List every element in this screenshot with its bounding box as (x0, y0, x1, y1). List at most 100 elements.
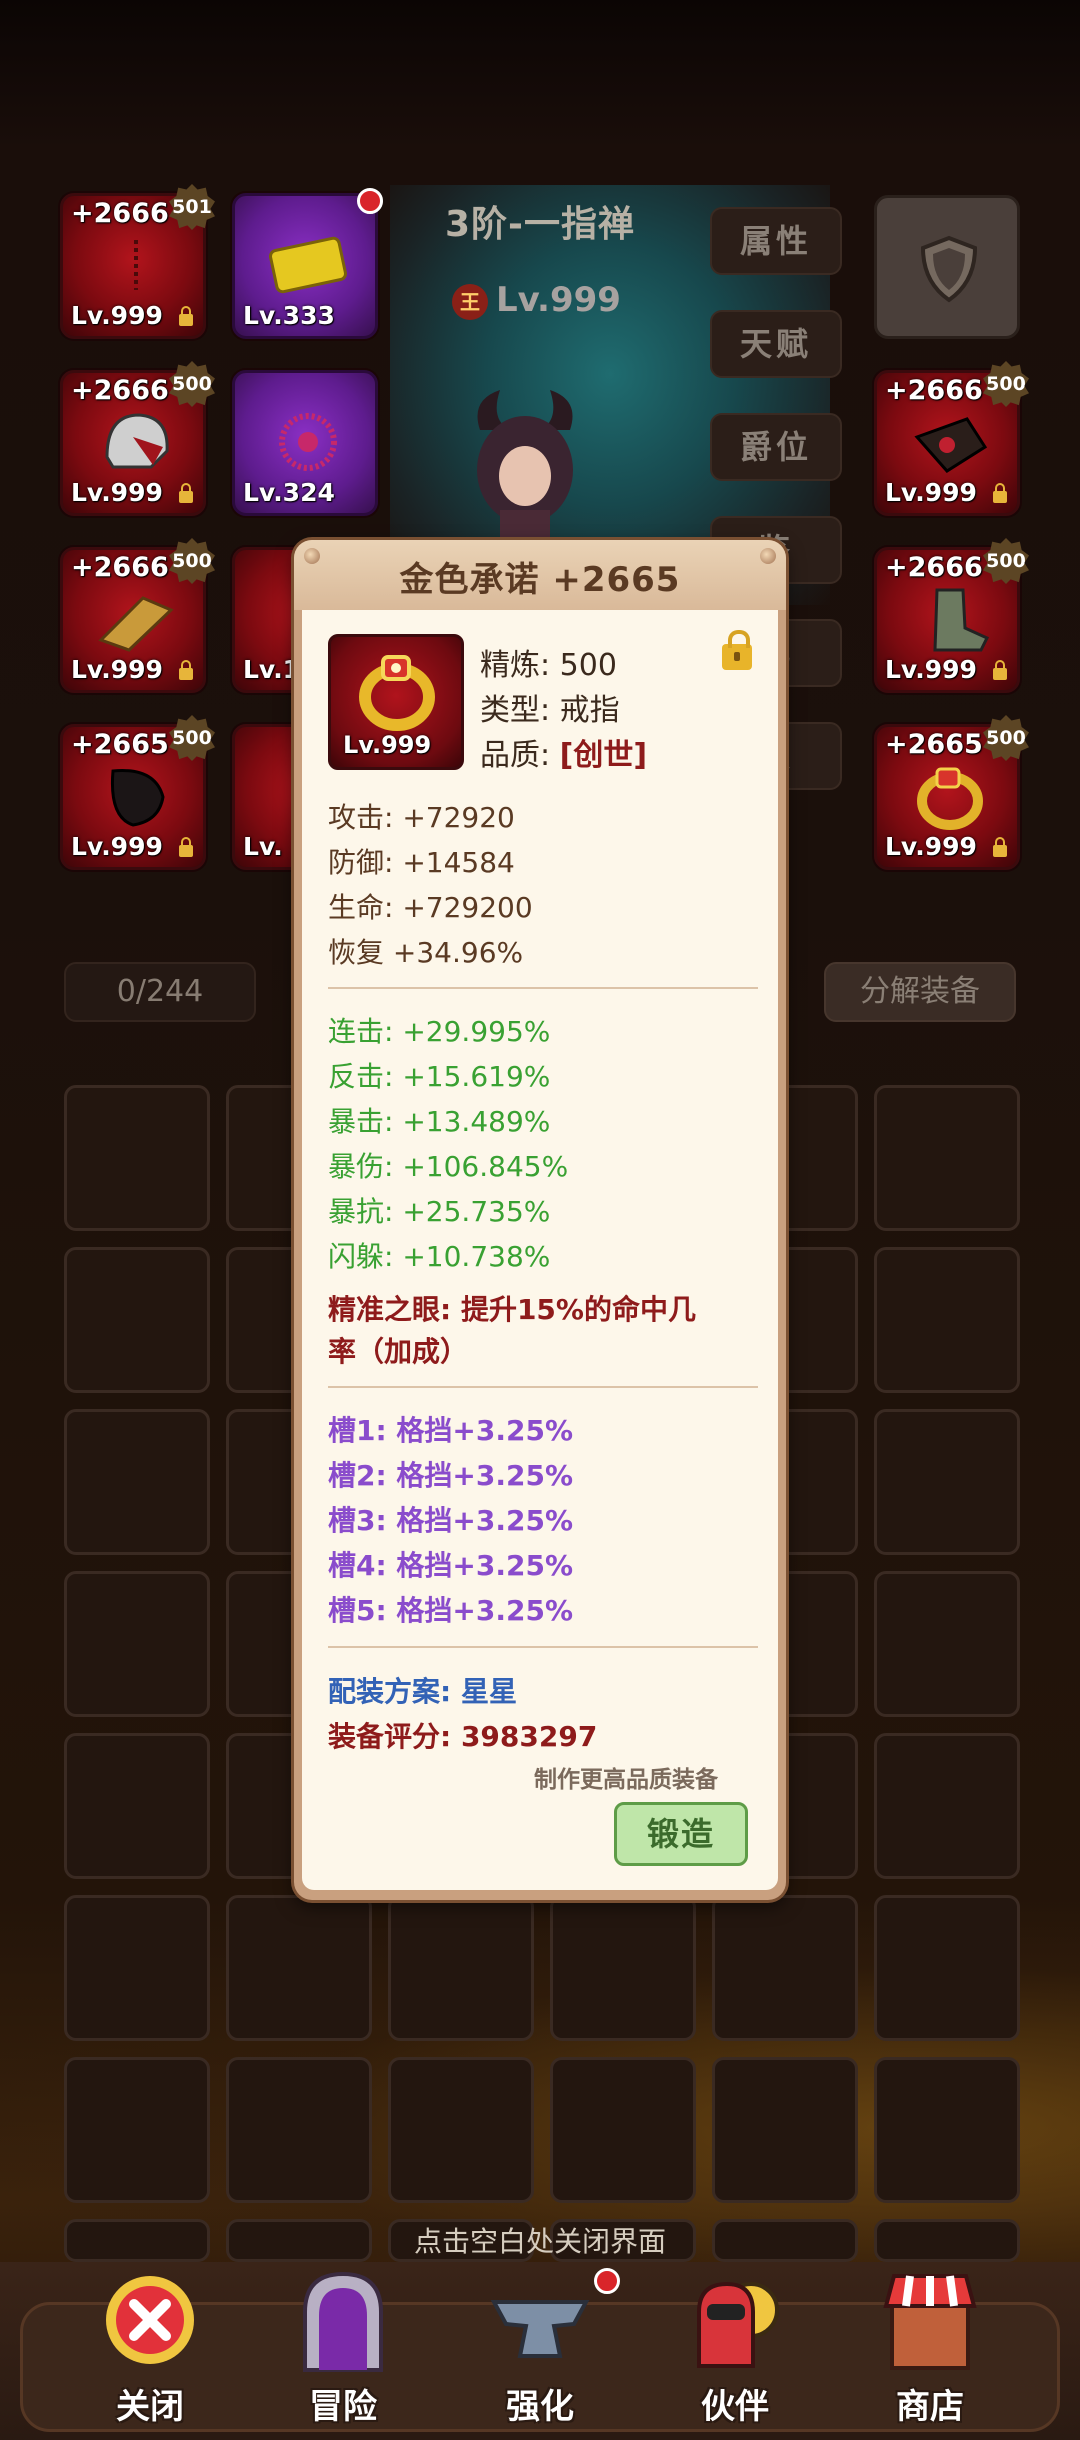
divider (328, 1646, 758, 1648)
stat-recovery: 恢复 +34.96% (328, 936, 524, 969)
equip-slot-ticket[interactable]: Lv.333 (232, 188, 383, 339)
equip-slot-orb[interactable]: Lv.324 (232, 370, 378, 516)
inventory-slot[interactable] (874, 2057, 1020, 2203)
inventory-slot[interactable] (550, 1895, 696, 2041)
hero-level-text: Lv.999 (496, 280, 621, 320)
stat-crit: 暴击: +13.489% (328, 1105, 551, 1138)
rank-badge-icon: 王 (452, 283, 488, 320)
inventory-slot[interactable] (226, 1895, 372, 2041)
gem-slot-5: 槽5: 格挡+3.25% (328, 1594, 574, 1627)
hero-title: 3阶-一指禅 (445, 204, 635, 245)
item-level: Lv.999 (885, 478, 977, 507)
inventory-slot[interactable] (874, 1247, 1020, 1393)
shop-icon (883, 2274, 977, 2370)
inventory-slot[interactable] (64, 1571, 210, 1717)
forge-button[interactable]: 锻造 (614, 1802, 748, 1866)
equip-slot-weapon[interactable]: +2666 Lv.999 501 (60, 184, 215, 339)
tab-attributes[interactable]: 属性 (710, 207, 842, 275)
inventory-slot[interactable] (874, 1085, 1020, 1231)
lock-icon (993, 837, 1007, 857)
stat-attack: 攻击: +72920 (328, 801, 515, 834)
inventory-slot[interactable] (874, 1733, 1020, 1879)
lock-icon (179, 483, 193, 503)
tab-title[interactable]: 爵位 (710, 413, 842, 481)
item-level: Lv.1 (243, 655, 301, 684)
nav-adventure[interactable]: 冒险 (253, 2266, 433, 2440)
enhance-level: +2665 (71, 729, 169, 760)
inventory-slot[interactable] (388, 2057, 534, 2203)
enhance-level: +2666 (71, 198, 169, 229)
inventory-slot[interactable] (64, 1247, 210, 1393)
gem-slot-1: 槽1: 格挡+3.25% (328, 1414, 574, 1447)
stat-crit-resist: 暴抗: +25.735% (328, 1195, 551, 1228)
stat-hp: 生命: +729200 (328, 891, 533, 924)
dialog-body: Lv.999 精炼: 500 类型: 戒指 品质: [创世] 攻击: +7292… (302, 610, 778, 1890)
nav-label: 冒险 (309, 2387, 377, 2427)
item-level: Lv.324 (243, 478, 335, 507)
special-effect-line1: 精准之眼: 提升15%的命中几 (328, 1293, 696, 1326)
nav-label: 关闭 (116, 2387, 184, 2427)
inventory-slot[interactable] (64, 2057, 210, 2203)
item-thumbnail: Lv.999 (328, 634, 464, 770)
close-hint[interactable]: 点击空白处关闭界面 (0, 2220, 1080, 2260)
ring-icon (917, 767, 983, 830)
equip-slot-boots[interactable]: +2666 Lv.999 500 (874, 538, 1029, 693)
gem-slot-3: 槽3: 格挡+3.25% (328, 1504, 574, 1537)
equip-slot-gloves[interactable]: +2666 Lv.999 500 (874, 361, 1029, 516)
boot-icon (933, 588, 990, 652)
hero-character (477, 390, 573, 550)
nav-partner[interactable]: 伙伴 (645, 2266, 825, 2440)
stat-counter: 反击: +15.619% (328, 1060, 551, 1093)
item-level: Lv.999 (343, 731, 432, 759)
nav-enhance[interactable]: 强化 (450, 2266, 630, 2440)
enhance-level: +2666 (885, 552, 983, 583)
inventory-slot[interactable] (64, 1085, 210, 1231)
lock-icon (993, 660, 1007, 680)
bracer-icon (98, 596, 174, 652)
inventory-slot[interactable] (64, 1895, 210, 2041)
nav-shop[interactable]: 商店 (840, 2266, 1020, 2440)
dialog-header: 金色承诺 +2665 (294, 540, 786, 610)
item-quality: 品质: [创世] (480, 730, 647, 774)
stat-dodge: 闪躲: +10.738% (328, 1240, 551, 1273)
nav-close[interactable]: 关闭 (60, 2266, 240, 2440)
loadout-plan: 配装方案: 星星 (328, 1675, 517, 1708)
lock-icon (179, 837, 193, 857)
equip-slot-helmet[interactable]: +2666 Lv.999 500 (60, 361, 215, 516)
inventory-slot[interactable] (64, 1409, 210, 1555)
lock-icon (179, 660, 193, 680)
shield-icon (920, 235, 978, 303)
inventory-slot[interactable] (712, 1895, 858, 2041)
equip-slot-ring[interactable]: +2665 Lv.999 500 (874, 715, 1029, 870)
inventory-slot[interactable] (874, 1895, 1020, 2041)
dismantle-button[interactable]: 分解装备 (824, 962, 1016, 1022)
equip-slot-armor[interactable]: +2666 Lv.999 500 (60, 538, 215, 693)
portal-icon (303, 2271, 383, 2372)
inventory-slot[interactable] (874, 1571, 1020, 1717)
item-level: Lv. (243, 832, 283, 861)
item-type: 类型: 戒指 (480, 693, 620, 728)
gauntlet-icon (914, 417, 988, 473)
stat-defense: 防御: +14584 (328, 846, 515, 879)
anvil-icon (490, 2300, 590, 2358)
refine-value: 精炼: 500 (480, 648, 617, 683)
ring-icon (359, 655, 435, 731)
tab-talent[interactable]: 天赋 (710, 310, 842, 378)
stat-crit-damage: 暴伤: +106.845% (328, 1150, 569, 1183)
inventory-slot[interactable] (64, 1733, 210, 1879)
lock-toggle-icon[interactable] (722, 630, 752, 670)
inventory-slot[interactable] (874, 1409, 1020, 1555)
inventory-slot[interactable] (550, 2057, 696, 2203)
divider (328, 987, 758, 989)
nav-label: 伙伴 (701, 2387, 769, 2427)
inventory-slot[interactable] (712, 2057, 858, 2203)
craft-hint: 制作更高品质装备 (534, 1767, 718, 1793)
inventory-slot[interactable] (388, 1895, 534, 2041)
defense-button[interactable] (874, 195, 1020, 339)
inventory-slot[interactable] (226, 2057, 372, 2203)
item-name: 金色承诺 +2665 (399, 560, 681, 600)
lock-icon (993, 483, 1007, 503)
nav-label: 商店 (896, 2387, 964, 2427)
notification-dot (357, 188, 383, 214)
equip-slot-cloak[interactable]: +2665 Lv.999 500 (60, 715, 215, 870)
